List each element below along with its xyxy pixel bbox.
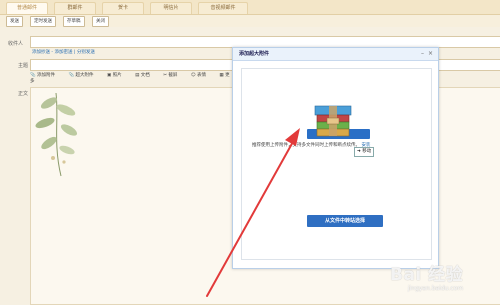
- baidu-watermark: Bai 经验 jingyan.baidu.com: [390, 265, 464, 292]
- red-arrow-annotation-icon: [206, 128, 300, 297]
